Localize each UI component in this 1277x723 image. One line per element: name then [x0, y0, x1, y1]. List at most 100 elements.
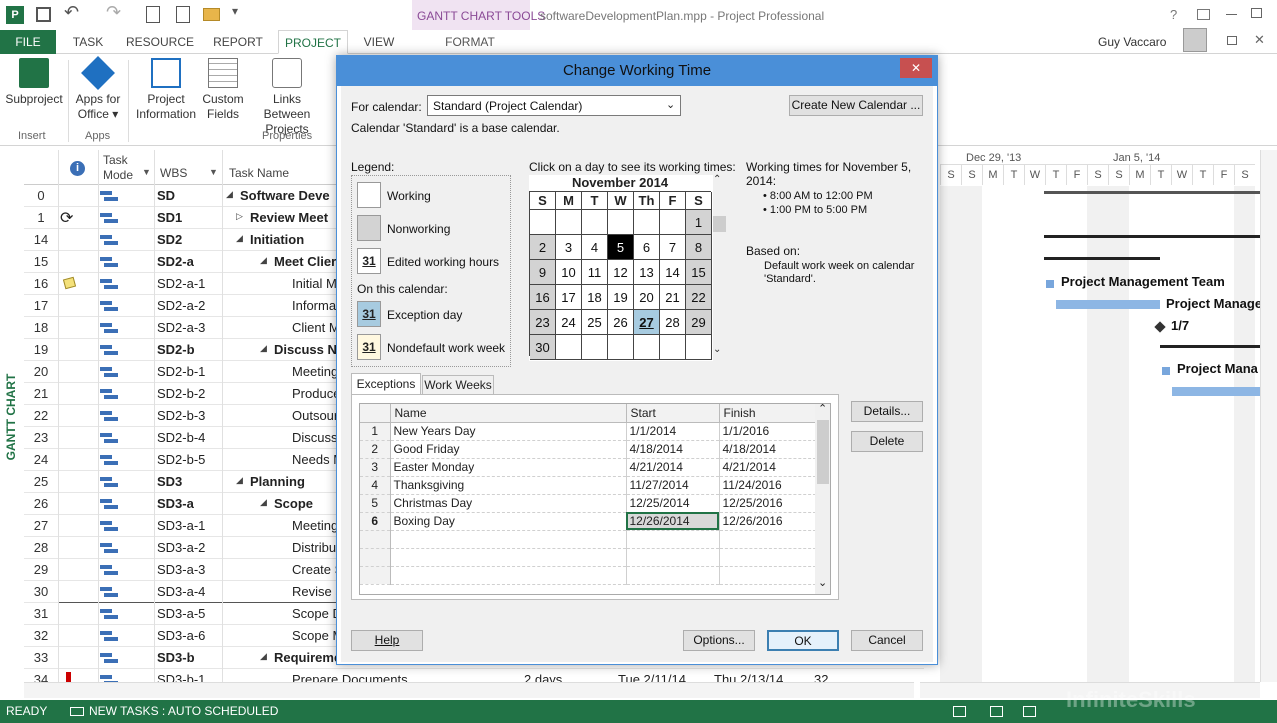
view-shortcut-icon[interactable] — [953, 706, 966, 717]
exception-row[interactable]: 2 Good Friday 4/18/2014 4/18/2014 — [360, 440, 817, 459]
scroll-up-icon[interactable]: ⌃ — [818, 404, 827, 415]
view-shortcut-icon[interactable] — [1023, 706, 1036, 717]
milestone[interactable] — [1154, 321, 1166, 333]
user-name[interactable]: Guy Vaccaro — [1098, 35, 1166, 49]
exception-name[interactable]: Good Friday — [390, 440, 627, 459]
exceptions-scrollbar[interactable]: ⌃ ⌄ — [815, 404, 830, 594]
project-information-button[interactable]: Project Information — [132, 58, 200, 122]
calendar-day[interactable]: 24 — [556, 310, 582, 335]
tab-report[interactable]: REPORT — [206, 30, 270, 54]
exception-name[interactable]: Christmas Day — [390, 494, 627, 513]
save-icon[interactable] — [36, 7, 51, 22]
calendar-day[interactable]: 17 — [556, 285, 582, 310]
exception-start[interactable]: 11/27/2014 — [626, 476, 720, 495]
tab-format[interactable]: FORMAT — [432, 30, 508, 54]
calendar-day[interactable]: 7 — [660, 235, 686, 260]
exception-start[interactable]: 4/18/2014 — [626, 440, 720, 459]
grid-horizontal-scrollbar[interactable] — [24, 682, 914, 698]
calendar-select[interactable]: Standard (Project Calendar) ⌄ — [427, 95, 681, 116]
calendar-scroll-down-icon[interactable]: ⌄ — [713, 344, 721, 355]
details-button[interactable]: Details... — [851, 401, 923, 422]
exception-finish[interactable]: 1/1/2016 — [719, 422, 817, 441]
task-bar[interactable] — [1162, 367, 1170, 375]
ribbon-display-icon[interactable] — [1197, 9, 1210, 20]
calendar-day[interactable]: 2 — [530, 235, 556, 260]
calendar-day[interactable]: 11 — [582, 260, 608, 285]
minimize-icon[interactable] — [1226, 14, 1237, 15]
calendar-day[interactable]: 1 — [686, 210, 712, 235]
expand-icon[interactable]: ▷ — [236, 211, 243, 222]
calendar-day[interactable]: 13 — [634, 260, 660, 285]
dialog-close-button[interactable]: ✕ — [900, 58, 932, 78]
calendar-day[interactable]: 25 — [582, 310, 608, 335]
task-bar[interactable] — [1046, 280, 1054, 288]
tab-view[interactable]: VIEW — [354, 30, 404, 54]
calendar-day[interactable]: 19 — [608, 285, 634, 310]
collapse-icon[interactable]: ◢ — [236, 475, 243, 486]
exception-finish[interactable] — [719, 530, 817, 549]
header-task-name[interactable]: Task Name — [229, 166, 289, 180]
calendar-day[interactable]: 6 — [634, 235, 660, 260]
help-icon[interactable]: ? — [1170, 7, 1177, 22]
calendar-day[interactable]: 23 — [530, 310, 556, 335]
exception-name[interactable]: Thanksgiving — [390, 476, 627, 495]
open-folder-icon[interactable] — [203, 8, 220, 21]
task-mode-status[interactable]: NEW TASKS : AUTO SCHEDULED — [89, 700, 278, 723]
exception-finish[interactable] — [719, 566, 817, 585]
exception-row[interactable]: 1 New Years Day 1/1/2014 1/1/2016 — [360, 422, 817, 441]
project-app-icon[interactable]: P — [6, 6, 24, 24]
calendar-day[interactable]: 18 — [582, 285, 608, 310]
restore-icon[interactable] — [1227, 36, 1237, 45]
collapse-icon[interactable]: ◢ — [226, 189, 233, 200]
task-bar[interactable] — [1172, 387, 1260, 396]
header-wbs[interactable]: WBS — [160, 166, 187, 180]
exception-start[interactable] — [626, 530, 720, 549]
exception-finish[interactable] — [719, 548, 817, 567]
close-window-icon[interactable]: ✕ — [1254, 32, 1265, 48]
exception-start[interactable] — [626, 566, 720, 585]
help-button[interactable]: Help — [351, 630, 423, 651]
collapse-icon[interactable]: ◢ — [260, 343, 267, 354]
calendar-scroll-up-icon[interactable]: ⌃ — [713, 174, 721, 185]
header-name[interactable]: Name — [390, 404, 627, 423]
calendar-day[interactable]: 28 — [660, 310, 686, 335]
options-button[interactable]: Options... — [683, 630, 755, 651]
calendar-day[interactable]: 27 — [634, 310, 660, 335]
calendar-day[interactable]: 16 — [530, 285, 556, 310]
calendar-day[interactable]: 9 — [530, 260, 556, 285]
collapse-icon[interactable]: ◢ — [260, 651, 267, 662]
tab-work-weeks[interactable]: Work Weeks — [422, 375, 494, 395]
print-preview-icon[interactable] — [146, 6, 160, 23]
calendar-day[interactable]: 8 — [686, 235, 712, 260]
tab-project[interactable]: PROJECT — [278, 30, 348, 54]
header-task-mode-1[interactable]: Task — [103, 153, 128, 167]
calendar-day[interactable]: 5 — [608, 235, 634, 260]
calendar-day[interactable]: 29 — [686, 310, 712, 335]
header-finish[interactable]: Finish — [719, 404, 817, 423]
view-bar[interactable]: GANTT CHART — [0, 150, 24, 700]
exception-row[interactable]: 4 Thanksgiving 11/27/2014 11/24/2016 — [360, 476, 817, 495]
collapse-icon[interactable]: ◢ — [260, 255, 267, 266]
calendar-day[interactable]: 10 — [556, 260, 582, 285]
table-row[interactable]: 34 SD3-b-1 Prepare Documents 2 days Tue 2/11… — [24, 669, 924, 682]
calendar-day[interactable]: 4 — [582, 235, 608, 260]
exceptions-table-wrap[interactable]: Name Start Finish 1 New Years Day 1/1/2014… — [359, 403, 831, 595]
exception-row[interactable]: 3 Easter Monday 4/21/2014 4/21/2014 — [360, 458, 817, 477]
redo-icon[interactable]: ↷ — [106, 2, 121, 23]
exception-start[interactable]: 12/26/2014 — [626, 512, 720, 531]
delete-button[interactable]: Delete — [851, 431, 923, 452]
flag-icon[interactable] — [66, 672, 71, 682]
collapse-icon[interactable]: ◢ — [260, 497, 267, 508]
exception-start[interactable]: 1/1/2014 — [626, 422, 720, 441]
calendar-day[interactable]: 15 — [686, 260, 712, 285]
exception-name[interactable]: New Years Day — [390, 422, 627, 441]
chart-vertical-scrollbar[interactable] — [1260, 150, 1277, 682]
apps-for-office-button[interactable]: Apps for Office ▾ — [70, 56, 126, 122]
task-bar[interactable] — [1056, 300, 1160, 309]
note-icon[interactable] — [62, 276, 77, 290]
cancel-button[interactable]: Cancel — [851, 630, 923, 651]
wbs-dropdown-icon[interactable]: ▼ — [209, 167, 218, 177]
exceptions-scroll-thumb[interactable] — [817, 420, 829, 484]
exception-row[interactable] — [360, 548, 817, 567]
calendar-day[interactable]: 3 — [556, 235, 582, 260]
